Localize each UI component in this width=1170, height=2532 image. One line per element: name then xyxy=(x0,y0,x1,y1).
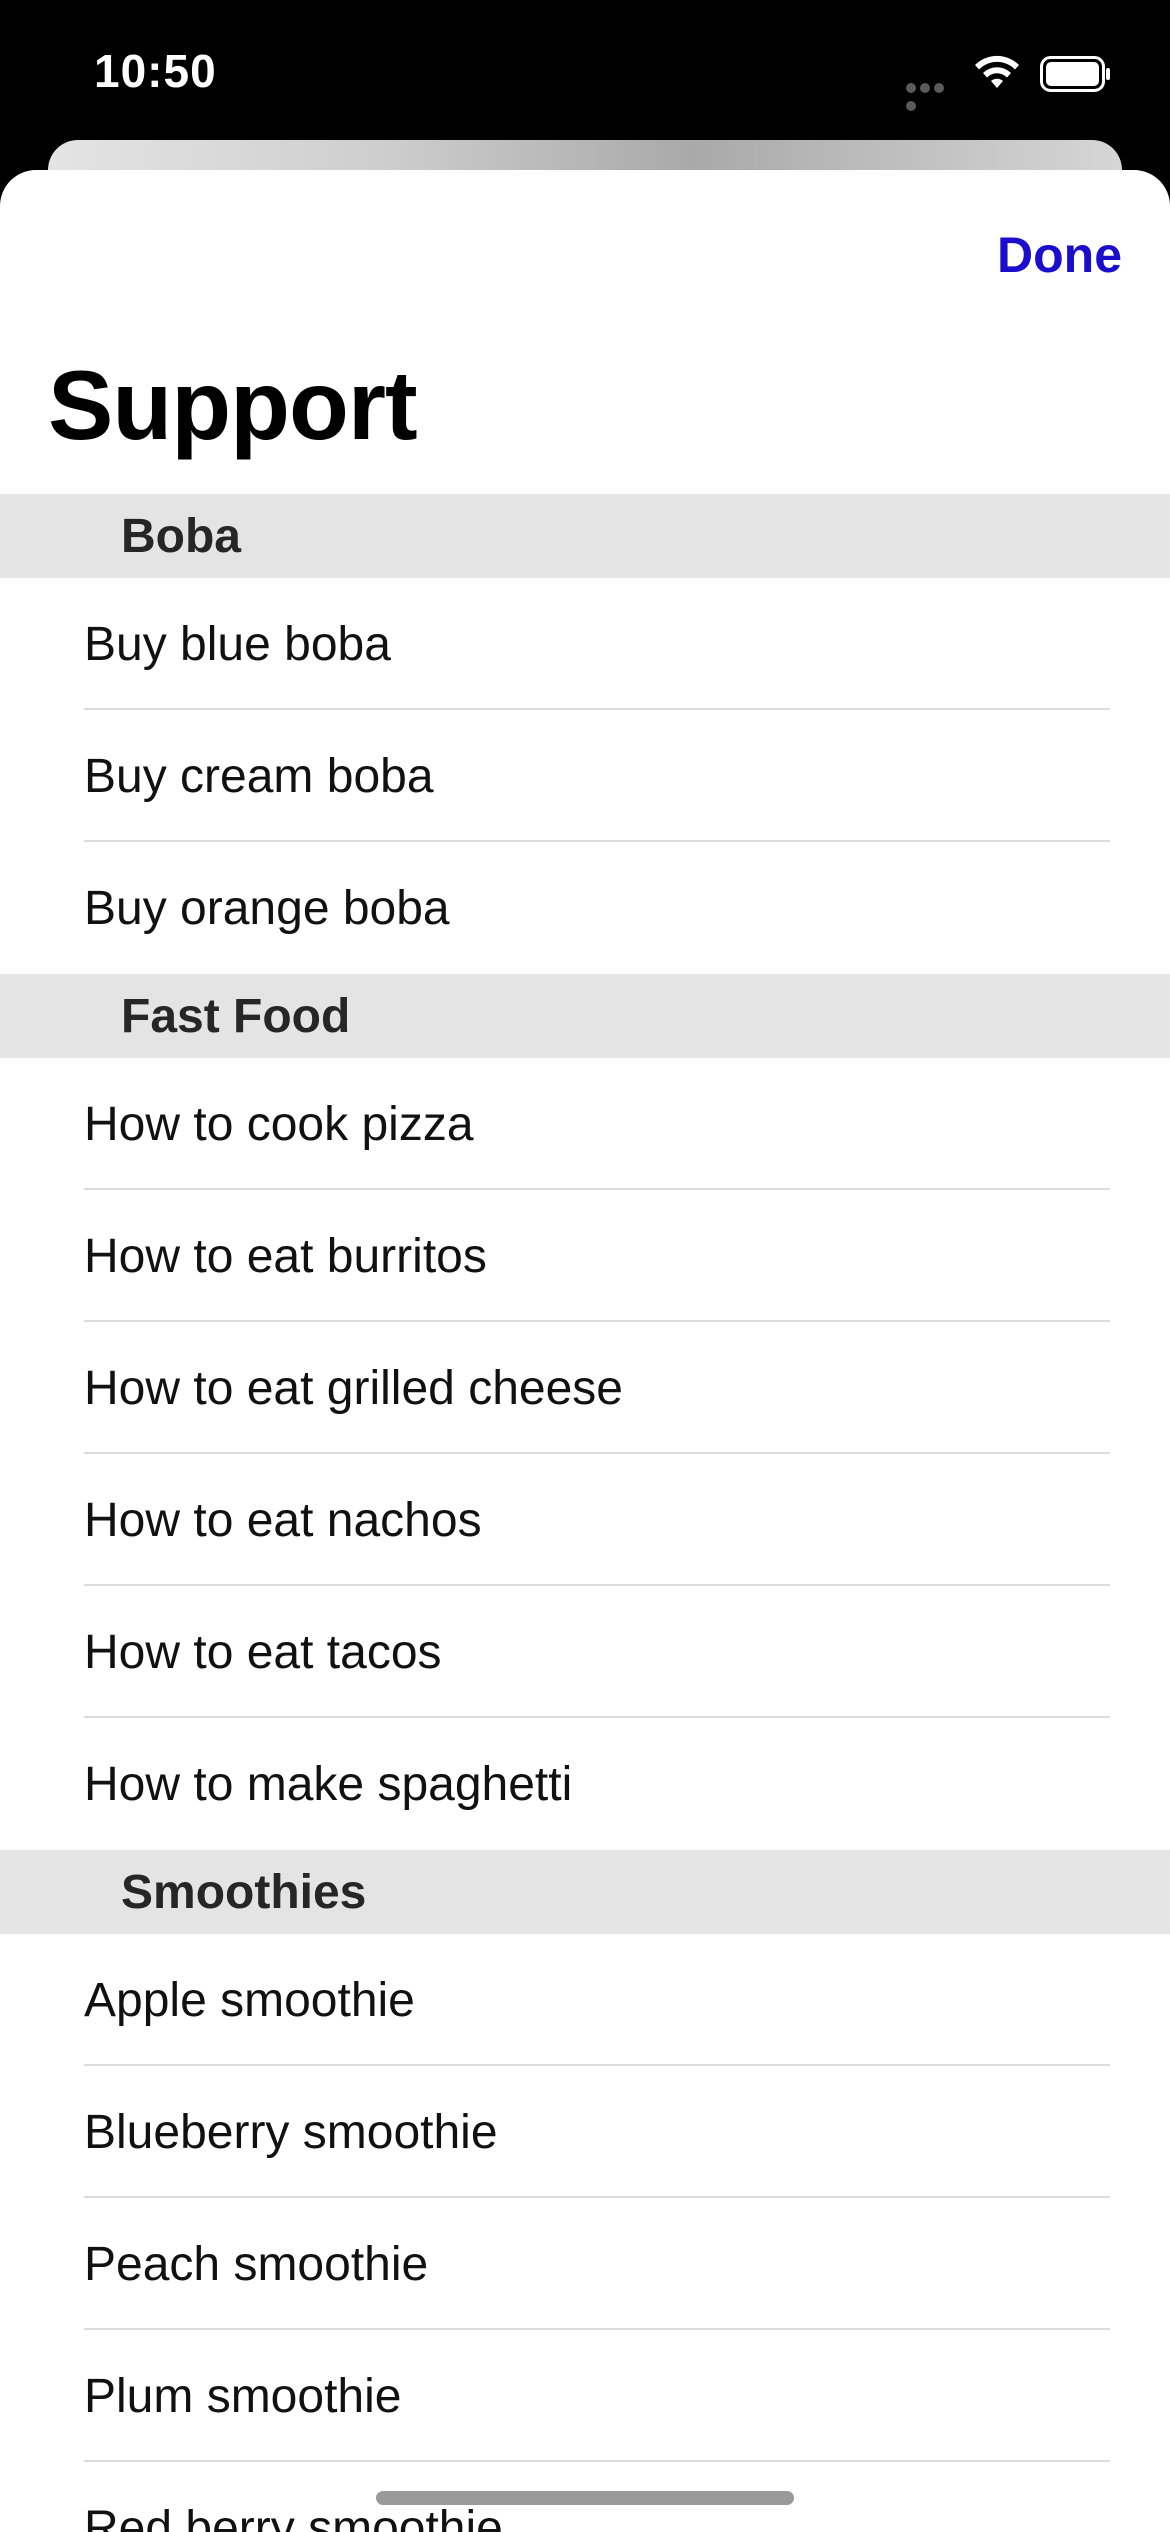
done-button[interactable]: Done xyxy=(997,226,1122,284)
list-item[interactable]: How to eat nachos xyxy=(0,1454,1170,1586)
list-item[interactable]: How to make spaghetti xyxy=(0,1718,1170,1850)
list-item[interactable]: Peach smoothie xyxy=(0,2198,1170,2330)
home-indicator[interactable] xyxy=(376,2491,794,2505)
section-header-boba: Boba xyxy=(0,494,1170,578)
list-item[interactable]: Buy orange boba xyxy=(0,842,1170,974)
list-item[interactable]: Buy cream boba xyxy=(0,710,1170,842)
page-title: Support xyxy=(48,350,418,460)
wifi-icon xyxy=(975,55,1019,88)
list-item[interactable]: Apple smoothie xyxy=(0,1934,1170,2066)
section-header-fast-food: Fast Food xyxy=(0,974,1170,1058)
battery-icon xyxy=(1040,56,1110,92)
list-item[interactable]: Plum smoothie xyxy=(0,2330,1170,2462)
status-time: 10:50 xyxy=(94,45,217,97)
support-sheet: Done Support Boba Buy blue boba Buy crea… xyxy=(0,170,1170,2532)
section-header-smoothies: Smoothies xyxy=(0,1850,1170,1934)
list-item[interactable]: How to eat tacos xyxy=(0,1586,1170,1718)
screen: 10:50 Done Support Boba Buy blue boba Bu… xyxy=(0,0,1170,2532)
status-bar: 10:50 xyxy=(0,0,1170,150)
list-item[interactable]: How to cook pizza xyxy=(0,1058,1170,1190)
list-item[interactable]: How to eat burritos xyxy=(0,1190,1170,1322)
support-list: Boba Buy blue boba Buy cream boba Buy or… xyxy=(0,494,1170,2532)
list-item[interactable]: Blueberry smoothie xyxy=(0,2066,1170,2198)
list-item[interactable]: How to eat grilled cheese xyxy=(0,1322,1170,1454)
list-item[interactable]: Buy blue boba xyxy=(0,578,1170,710)
cellular-signal-icon xyxy=(906,80,960,111)
